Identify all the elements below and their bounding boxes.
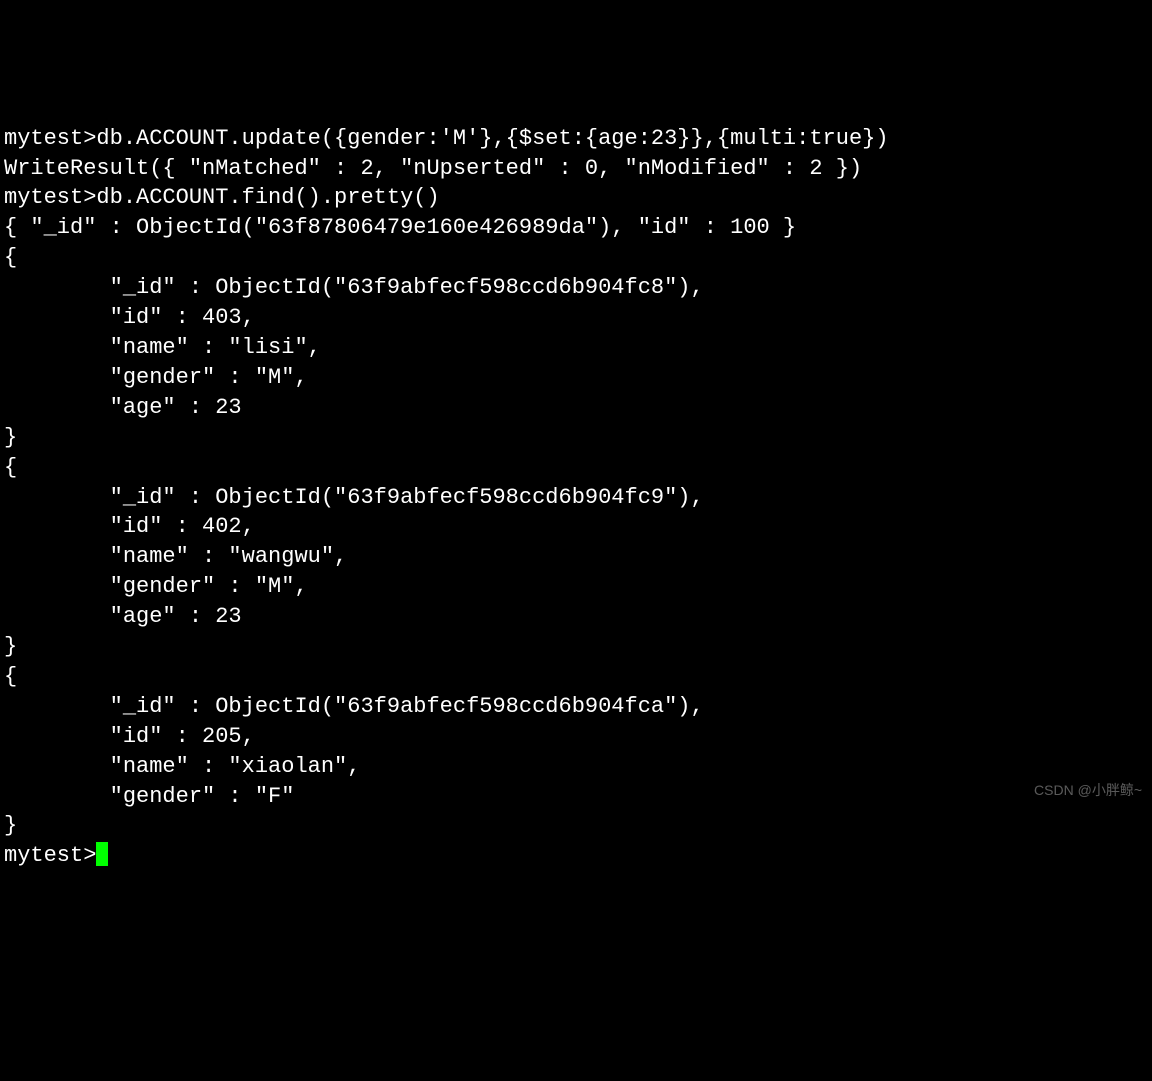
terminal-line: WriteResult({ "nMatched" : 2, "nUpserted… [4,156,862,181]
terminal-line: mytest>db.ACCOUNT.find().pretty() [4,185,440,210]
cursor-icon[interactable] [96,842,108,866]
terminal-line: "gender" : "F" [4,784,294,809]
terminal-line: "name" : "wangwu", [4,544,347,569]
terminal-line: "_id" : ObjectId("63f9abfecf598ccd6b904f… [4,485,704,510]
terminal-line: } [4,425,17,450]
terminal-line: { [4,455,17,480]
terminal-line: "gender" : "M", [4,574,308,599]
terminal-line: "age" : 23 [4,395,242,420]
terminal-line: { "_id" : ObjectId("63f87806479e160e4269… [4,215,796,240]
terminal-output: mytest>db.ACCOUNT.update({gender:'M'},{$… [4,124,1148,872]
terminal-line: "name" : "lisi", [4,335,321,360]
terminal-line: "_id" : ObjectId("63f9abfecf598ccd6b904f… [4,694,704,719]
terminal-prompt[interactable]: mytest> [4,843,96,868]
terminal-line: "id" : 205, [4,724,255,749]
terminal-line: { [4,664,17,689]
terminal-line: } [4,813,17,838]
terminal-line: "id" : 403, [4,305,255,330]
terminal-line: "gender" : "M", [4,365,308,390]
terminal-line: "id" : 402, [4,514,255,539]
terminal-line: "name" : "xiaolan", [4,754,360,779]
watermark-text: CSDN @小胖鲸~ [1034,781,1142,800]
terminal-line: { [4,245,17,270]
terminal-line: "_id" : ObjectId("63f9abfecf598ccd6b904f… [4,275,704,300]
terminal-line: } [4,634,17,659]
terminal-line: mytest>db.ACCOUNT.update({gender:'M'},{$… [4,126,889,151]
terminal-line: "age" : 23 [4,604,242,629]
